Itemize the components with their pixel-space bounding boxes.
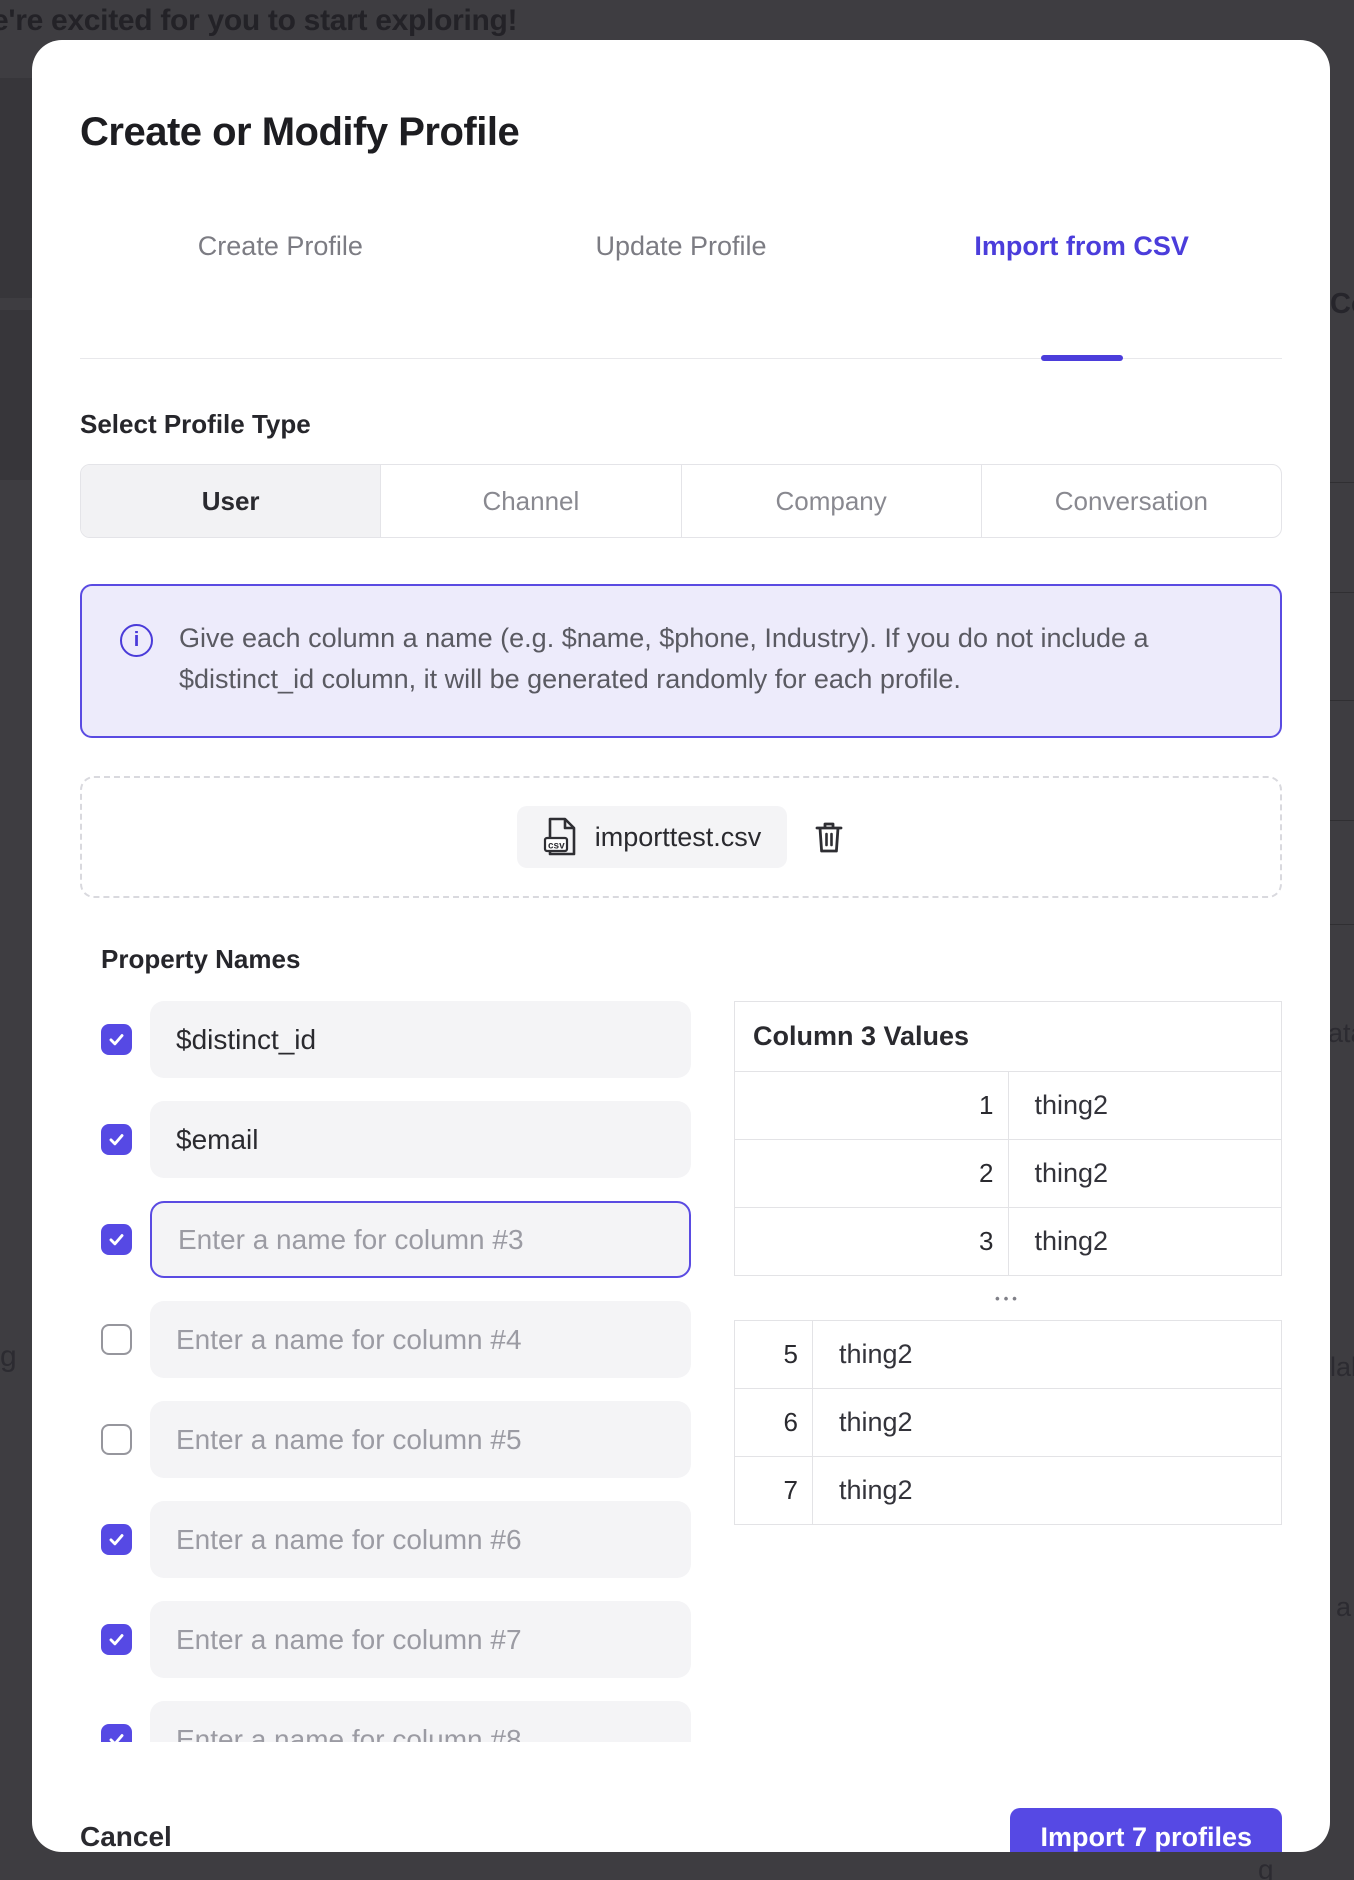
row-value: thing2 [1008,1208,1282,1276]
column-3-name-input[interactable] [150,1201,691,1278]
dialog-footer: Cancel Import 7 profiles [80,1808,1282,1852]
column-4-name-input[interactable] [150,1301,691,1378]
property-row-1 [101,1001,692,1078]
row-index: 2 [735,1140,1009,1208]
profile-type-conversation[interactable]: Conversation [981,465,1281,537]
cancel-button[interactable]: Cancel [80,1821,172,1852]
svg-text:csv: csv [548,841,565,852]
tab-update-profile[interactable]: Update Profile [481,231,882,262]
dialog-tab-bar: Create Profile Update Profile Import fro… [80,231,1282,359]
info-banner-text: Give each column a name (e.g. $name, $ph… [179,618,1242,700]
row-index: 7 [735,1457,813,1525]
table-row: 1 thing2 [735,1072,1282,1140]
row-index: 6 [735,1389,813,1457]
import-profiles-button[interactable]: Import 7 profiles [1010,1808,1282,1852]
check-icon [107,1230,126,1249]
check-icon [107,1730,126,1742]
tab-import-from-csv[interactable]: Import from CSV [881,231,1282,262]
column-7-name-input[interactable] [150,1601,691,1678]
csv-upload-dropzone[interactable]: csv importtest.csv [80,776,1282,898]
background-sidebar-block [0,78,32,298]
table-row: 6 thing2 [735,1389,1282,1457]
table-row: 2 thing2 [735,1140,1282,1208]
check-icon [107,1630,126,1649]
row-value: thing2 [813,1389,1282,1457]
check-icon [107,1130,126,1149]
rows-ellipsis: ••• [734,1276,1282,1320]
select-profile-type-label: Select Profile Type [80,409,1282,440]
column-1-name-input[interactable] [150,1001,691,1078]
background-fragment: g [0,1340,17,1374]
row-index: 5 [735,1321,813,1389]
table-row: 3 thing2 [735,1208,1282,1276]
profile-type-channel[interactable]: Channel [380,465,680,537]
column-2-checkbox[interactable] [101,1124,132,1155]
table-row: 7 thing2 [735,1457,1282,1525]
trash-icon[interactable] [813,819,845,855]
table-row: 5 thing2 [735,1321,1282,1389]
property-names-label: Property Names [80,944,1282,975]
property-row-3 [101,1201,692,1278]
row-index: 3 [735,1208,1009,1276]
create-or-modify-profile-dialog: Create or Modify Profile Create Profile … [32,40,1330,1852]
property-row-5 [101,1401,692,1478]
property-mapping-section: Property Names [80,944,1282,1742]
column-6-name-input[interactable] [150,1501,691,1578]
column-7-checkbox[interactable] [101,1624,132,1655]
background-banner-text: e're excited for you to start exploring! [0,4,517,38]
column-8-checkbox[interactable] [101,1724,132,1742]
property-row-2 [101,1101,692,1178]
row-value: thing2 [813,1321,1282,1389]
column-5-name-input[interactable] [150,1401,691,1478]
profile-type-user[interactable]: User [81,465,380,537]
background-sidebar-block [0,310,32,480]
row-value: thing2 [813,1457,1282,1525]
tab-create-profile[interactable]: Create Profile [80,231,481,262]
column-6-checkbox[interactable] [101,1524,132,1555]
property-name-list [80,1001,692,1742]
background-fragment: g [1258,1854,1274,1880]
background-fragment: lab [1330,1352,1354,1383]
property-row-8 [101,1701,692,1742]
column-4-checkbox[interactable] [101,1324,132,1355]
background-fragment: ata [1328,1018,1354,1049]
column-values-header: Column 3 Values [735,1002,1282,1072]
column-1-checkbox[interactable] [101,1024,132,1055]
column-8-name-input[interactable] [150,1701,691,1742]
column-values-table-top: Column 3 Values 1 thing2 2 thing2 3 thin… [734,1001,1282,1276]
background-fragment: a [1336,1592,1351,1623]
uploaded-file-chip[interactable]: csv importtest.csv [517,806,788,868]
check-icon [107,1030,126,1049]
check-icon [107,1530,126,1549]
property-row-4 [101,1301,692,1378]
profile-type-company[interactable]: Company [681,465,981,537]
column-3-checkbox[interactable] [101,1224,132,1255]
column-5-checkbox[interactable] [101,1424,132,1455]
column-values-preview: Column 3 Values 1 thing2 2 thing2 3 thin… [734,1001,1282,1742]
uploaded-file-name: importtest.csv [595,822,762,853]
column-values-table-bottom: 5 thing2 6 thing2 7 thing2 [734,1320,1282,1525]
property-row-6 [101,1501,692,1578]
profile-type-segmented-control: User Channel Company Conversation [80,464,1282,538]
background-fragment: Co [1330,288,1354,321]
row-value: thing2 [1008,1072,1282,1140]
column-2-name-input[interactable] [150,1101,691,1178]
property-row-7 [101,1601,692,1678]
csv-file-icon: csv [543,816,579,858]
info-banner: i Give each column a name (e.g. $name, $… [80,584,1282,738]
dialog-title: Create or Modify Profile [80,110,1282,155]
row-value: thing2 [1008,1140,1282,1208]
active-tab-indicator [1041,355,1123,361]
info-circle-icon: i [120,624,153,657]
row-index: 1 [735,1072,1009,1140]
